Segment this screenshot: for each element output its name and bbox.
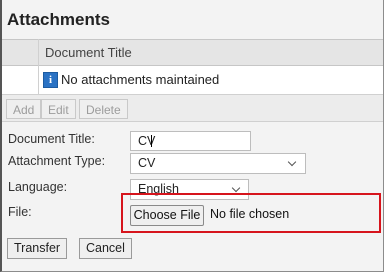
text-cursor	[151, 135, 152, 147]
file-label: File:	[8, 205, 32, 219]
file-status-text: No file chosen	[210, 207, 290, 221]
language-label: Language:	[8, 180, 68, 194]
document-title-input[interactable]: CV	[130, 131, 251, 151]
column-header-document-title[interactable]: Document Title	[45, 45, 132, 60]
info-icon: i	[43, 72, 58, 88]
document-title-value: CV	[138, 134, 156, 148]
choose-file-button[interactable]: Choose File	[130, 205, 204, 226]
empty-table-message: No attachments maintained	[61, 72, 220, 87]
attachment-type-label: Attachment Type:	[8, 154, 106, 168]
attachment-type-value: CV	[138, 156, 156, 170]
add-button[interactable]: Add	[6, 99, 42, 119]
transfer-button[interactable]: Transfer	[7, 238, 68, 259]
delete-button[interactable]: Delete	[79, 99, 128, 119]
edit-button[interactable]: Edit	[41, 99, 76, 119]
document-title-label: Document Title:	[8, 132, 95, 146]
cancel-button[interactable]: Cancel	[79, 238, 132, 259]
attachment-type-select[interactable]: CV	[130, 153, 306, 174]
panel-title: Attachments	[7, 10, 110, 29]
